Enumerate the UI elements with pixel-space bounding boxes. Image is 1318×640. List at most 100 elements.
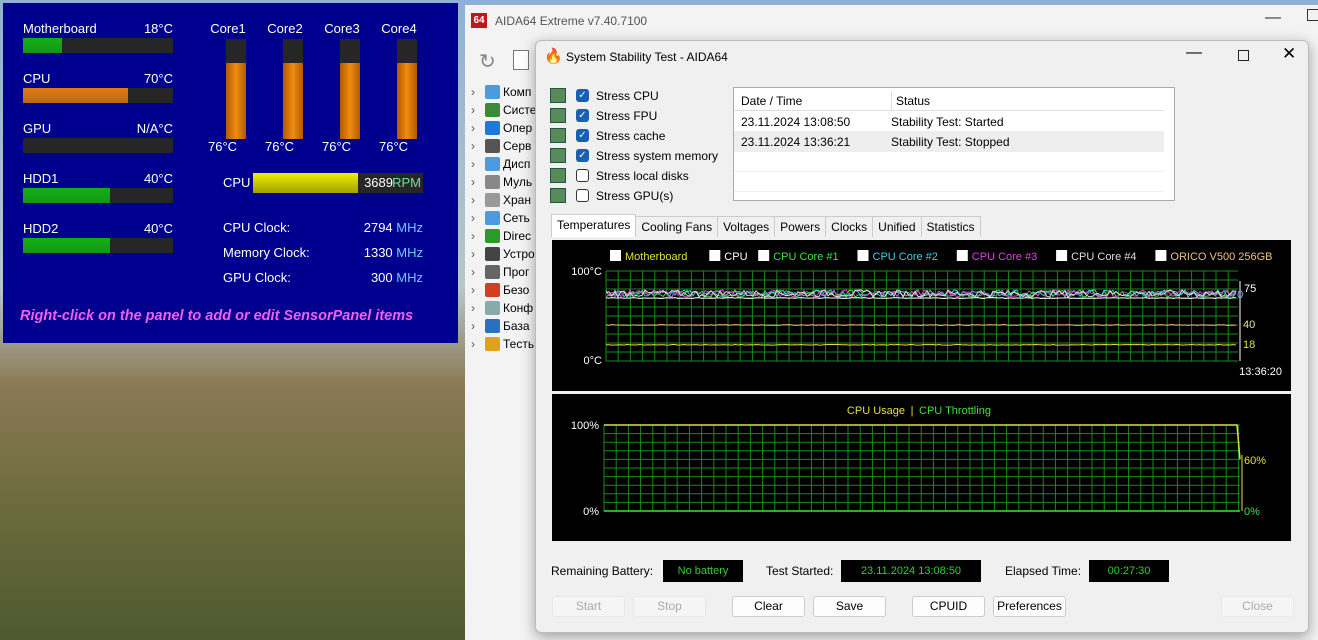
save-button[interactable]: Save [813,596,886,617]
chevron-right-icon[interactable]: › [471,299,475,317]
checkbox-label: Stress local disks [596,169,689,183]
minimize-button[interactable]: — [1265,9,1281,27]
column-header-date[interactable]: Date / Time [741,91,802,111]
chevron-right-icon[interactable]: › [471,83,475,101]
clock-unit: MHz [396,270,423,285]
chevron-right-icon[interactable]: › [471,119,475,137]
chevron-right-icon[interactable]: › [471,101,475,119]
legend-item: CPU Core #3 [972,251,1037,263]
tree-item[interactable]: › Муль [465,173,537,191]
tab-voltages[interactable]: Voltages [717,216,776,237]
checkbox[interactable]: ✓ [576,109,589,122]
chevron-right-icon[interactable]: › [471,245,475,263]
tree-item[interactable]: › Конф [465,299,537,317]
preferences-button[interactable]: Preferences [993,596,1066,617]
refresh-icon[interactable]: ↻ [479,49,496,74]
legend-item: CPU Core #4 [1071,251,1136,263]
tree-item[interactable]: › База [465,317,537,335]
legend-item: CPU Core #1 [773,251,838,263]
core-value: 76°C [379,139,409,154]
tree-item[interactable]: › Серв [465,137,537,155]
sensor-name: Motherboard [23,21,97,36]
checkbox[interactable] [576,189,589,202]
cpuid-button[interactable]: CPUID [912,596,985,617]
stress-checkbox-2[interactable]: ✓ Stress cache [550,127,665,145]
stress-checkbox-5[interactable]: Stress GPU(s) [550,187,674,205]
maximize-button[interactable] [1307,9,1318,21]
temperature-chart: Motherboard CPU CPU Core #1 CPU Core #2 CPU … [552,240,1291,391]
close-button[interactable]: Close [1221,596,1294,617]
checkbox[interactable] [576,169,589,182]
legend-item: CPU Usage [847,405,905,417]
chevron-right-icon[interactable]: › [471,191,475,209]
table-row[interactable]: 23.11.2024 13:36:21 Stability Test: Stopp… [734,132,1164,152]
tree-item[interactable]: › Устро [465,245,537,263]
y-tick-label: 0% [583,506,599,518]
stress-checkbox-0[interactable]: ✓ Stress CPU [550,87,659,105]
clock-value: 300 [370,270,393,285]
checkbox-label: Stress GPU(s) [596,189,674,203]
chevron-right-icon[interactable]: › [471,263,475,281]
checkbox[interactable]: ✓ [576,89,589,102]
clear-button[interactable]: Clear [732,596,805,617]
tab-unified[interactable]: Unified [872,216,922,237]
checkbox[interactable]: ✓ [576,129,589,142]
chevron-right-icon[interactable]: › [471,281,475,299]
y-tick-label: 100% [571,420,599,432]
stress-checkbox-4[interactable]: Stress local disks [550,167,689,185]
tree-item-label: Безо [503,283,530,297]
tree-item[interactable]: › Опер [465,119,537,137]
chevron-right-icon[interactable]: › [471,335,475,353]
chevron-right-icon[interactable]: › [471,137,475,155]
start-button[interactable]: Start [552,596,625,617]
legend-checkbox [1056,250,1068,261]
close-icon[interactable]: ✕ [1282,44,1296,64]
category-icon [485,247,500,261]
table-row[interactable]: 23.11.2024 13:08:50 Stability Test: Start… [734,112,1164,132]
tree-item[interactable]: › Дисп [465,155,537,173]
chevron-right-icon[interactable]: › [471,317,475,335]
tree-item[interactable]: › Безо [465,281,537,299]
chevron-right-icon[interactable]: › [471,209,475,227]
core-name: Core2 [267,21,303,36]
tree-item[interactable]: › Прог [465,263,537,281]
minimize-button[interactable]: — [1186,44,1202,62]
battery-label: Remaining Battery: [551,564,654,578]
checkbox-label: Stress CPU [596,89,659,103]
aida64-logo: 64 [471,13,487,28]
category-icon [485,193,500,207]
tab-clocks[interactable]: Clocks [825,216,874,237]
sensor-gauge [23,188,173,203]
legend-item: CPU [724,251,747,263]
tree-item[interactable]: › Тесть [465,335,537,353]
stress-checkbox-3[interactable]: ✓ Stress system memory [550,147,718,165]
tab-powers[interactable]: Powers [774,216,827,237]
value-label: 75 [1244,283,1256,295]
checkbox[interactable]: ✓ [576,149,589,162]
tree-item-label: Муль [503,175,533,189]
sensor-gauge [23,138,173,153]
event-log-table[interactable]: Date / Time Status 23.11.2024 13:08:50 Sta… [733,87,1175,201]
tree-item[interactable]: › Комп [465,83,537,101]
tree-item[interactable]: › Хран [465,191,537,209]
sensor-panel[interactable]: Motherboard 18°C CPU 70°C GPU N/A°C HDD1 40°C HD… [3,3,458,343]
stop-button[interactable]: Stop [633,596,706,617]
category-icon [485,157,500,171]
clock-row: Memory Clock: 1330 MHz [223,245,423,260]
sensor-value: 70°C [143,71,173,86]
maximize-button[interactable] [1238,50,1249,61]
tab-cooling-fans[interactable]: Cooling Fans [635,216,719,237]
tree-item[interactable]: › Direc [465,227,537,245]
tab-statistics[interactable]: Statistics [920,216,981,237]
report-icon[interactable] [513,50,529,70]
tab-temperatures[interactable]: Temperatures [551,214,637,237]
tree-item[interactable]: › Систе [465,101,537,119]
stress-checkbox-1[interactable]: ✓ Stress FPU [550,107,657,125]
tree-item[interactable]: › Сеть [465,209,537,227]
tree-item-label: База [503,319,530,333]
chevron-right-icon[interactable]: › [471,173,475,191]
sensor-name: CPU [23,71,51,86]
chevron-right-icon[interactable]: › [471,155,475,173]
chevron-right-icon[interactable]: › [471,227,475,245]
column-header-status[interactable]: Status [891,91,930,111]
